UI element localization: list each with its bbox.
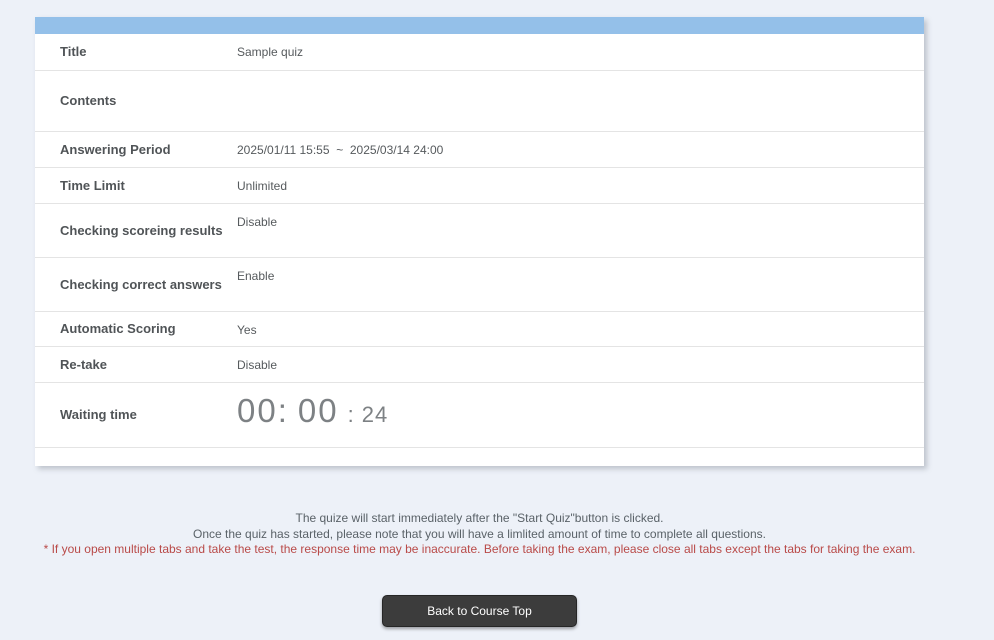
info-row-automatic-scoring: Automatic Scoring Yes [35, 312, 924, 347]
info-value-time-limit: Unlimited [237, 179, 288, 193]
info-row-waiting-time: Waiting time 00: 00:24 [35, 383, 924, 448]
quiz-info-card: Title Sample quiz Contents Answering Per… [35, 17, 924, 466]
info-row-retake: Re-take Disable [35, 347, 924, 383]
info-row-checking-scoring-results: Checking scoreing results Disable [35, 204, 924, 258]
info-row-checking-correct-answers: Checking correct answers Enable [35, 258, 924, 312]
info-value-checking-scoring-results: Disable [237, 215, 278, 229]
info-row-answering-period: Answering Period 2025/01/11 15:55 ~ 2025… [35, 132, 924, 168]
info-value-contents [237, 71, 924, 131]
quiz-start-page: Title Sample quiz Contents Answering Per… [0, 0, 994, 640]
card-footer-spacer [35, 448, 924, 466]
info-value-answering-period: 2025/01/11 15:55 ~ 2025/03/14 24:00 [237, 143, 444, 157]
info-row-time-limit: Time Limit Unlimited [35, 168, 924, 204]
waiting-time-seconds: 24 [361, 402, 389, 427]
info-label-answering-period: Answering Period [60, 141, 171, 157]
info-label-time-limit: Time Limit [60, 177, 125, 193]
card-header-bar [35, 17, 924, 34]
back-to-course-top-button[interactable]: Back to Course Top [382, 595, 577, 627]
waiting-time-minutes: 00 [297, 392, 339, 429]
waiting-time-colon: : [277, 392, 289, 429]
info-label-contents: Contents [60, 93, 117, 108]
info-row-contents: Contents [35, 71, 924, 132]
info-value-retake: Disable [237, 358, 278, 372]
info-value-title: Sample quiz [237, 45, 304, 59]
waiting-time-display: 00: 00:24 [237, 383, 924, 447]
info-label-title: Title [60, 44, 87, 59]
waiting-time-hours: 00 [237, 392, 278, 429]
waiting-time-colon-small: : [347, 402, 355, 427]
notes-section: The quize will start immediately after t… [35, 511, 924, 558]
note-warning: * If you open multiple tabs and take the… [43, 542, 916, 557]
info-label-checking-correct-answers: Checking correct answers [60, 276, 222, 292]
info-value-checking-correct-answers: Enable [237, 269, 275, 283]
info-label-waiting-time: Waiting time [60, 407, 137, 422]
actions-bar: Back to Course Top [35, 595, 924, 627]
info-value-automatic-scoring: Yes [237, 323, 257, 337]
info-row-title: Title Sample quiz [35, 34, 924, 71]
note-line-2: Once the quiz has started, please note t… [193, 526, 766, 541]
note-line-1: The quize will start immediately after t… [295, 511, 664, 525]
info-label-automatic-scoring: Automatic Scoring [60, 321, 176, 336]
info-label-checking-scoring-results: Checking scoreing results [60, 222, 223, 238]
info-label-retake: Re-take [60, 356, 107, 372]
